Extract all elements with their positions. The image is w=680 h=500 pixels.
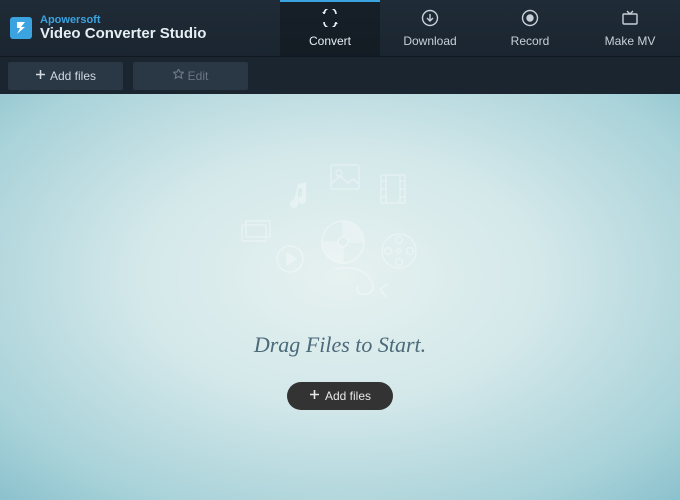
media-illustration xyxy=(230,164,450,314)
tabs: Convert Download Record xyxy=(280,0,680,56)
tab-label: Make MV xyxy=(605,34,656,48)
add-files-button[interactable]: Add files xyxy=(8,62,123,90)
brand-text: Apowersoft Video Converter Studio xyxy=(40,14,206,43)
film-icon xyxy=(380,174,406,204)
tab-make-mv[interactable]: Make MV xyxy=(580,0,680,56)
add-files-primary-button[interactable]: Add files xyxy=(287,382,393,410)
workspace-dropzone[interactable]: Drag Files to Start. Add files xyxy=(0,94,680,500)
tab-label: Convert xyxy=(309,34,351,48)
button-label: Edit xyxy=(188,69,209,83)
brand: Apowersoft Video Converter Studio xyxy=(0,0,280,56)
header: Apowersoft Video Converter Studio Conver… xyxy=(0,0,680,56)
play-circle-icon xyxy=(275,244,305,274)
brand-logo-icon xyxy=(10,17,32,39)
drag-instruction: Drag Files to Start. xyxy=(254,332,426,358)
record-icon xyxy=(521,9,539,30)
note-icon xyxy=(290,182,312,210)
brand-product: Video Converter Studio xyxy=(40,26,206,43)
download-icon xyxy=(421,9,439,30)
toolbar: Add files Edit xyxy=(0,56,680,94)
tab-convert[interactable]: Convert xyxy=(280,0,380,56)
tab-label: Download xyxy=(403,34,456,48)
convert-icon xyxy=(320,9,340,30)
tab-download[interactable]: Download xyxy=(380,0,480,56)
image-icon xyxy=(330,164,360,190)
disc-icon xyxy=(320,219,366,265)
plus-icon xyxy=(309,389,320,403)
button-label: Add files xyxy=(50,69,96,83)
swirl-icon xyxy=(330,264,390,304)
edit-button: Edit xyxy=(133,62,248,90)
button-label: Add files xyxy=(325,389,371,403)
tab-record[interactable]: Record xyxy=(480,0,580,56)
brand-company: Apowersoft xyxy=(40,14,206,26)
tv-icon xyxy=(620,9,640,30)
edit-icon xyxy=(173,69,184,83)
plus-icon xyxy=(35,69,46,83)
tab-label: Record xyxy=(511,34,550,48)
stack-icon xyxy=(240,219,274,245)
